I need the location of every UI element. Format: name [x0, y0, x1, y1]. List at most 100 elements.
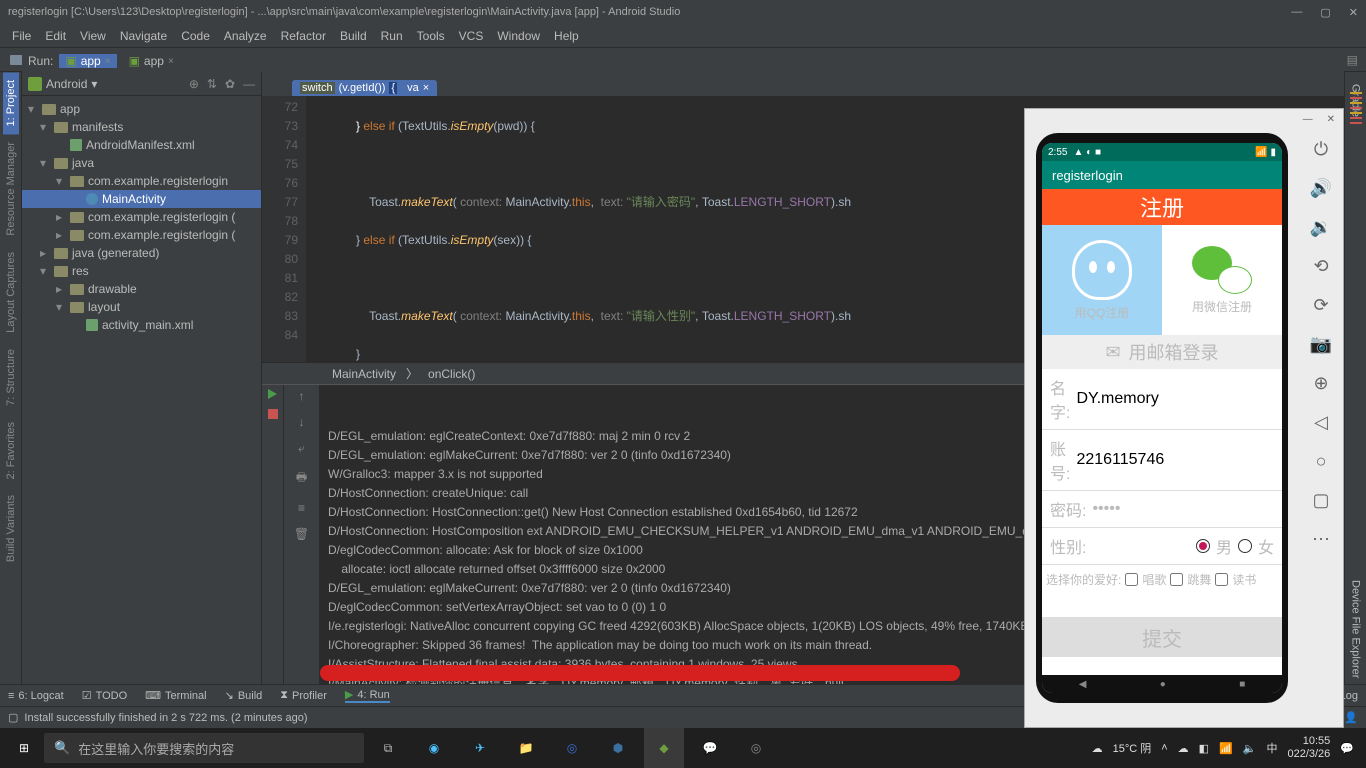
- menu-refactor[interactable]: Refactor: [275, 27, 332, 45]
- window-close[interactable]: ✕: [1349, 6, 1358, 19]
- tool-resource-manager[interactable]: Resource Manager: [3, 134, 19, 244]
- rotate-left-icon[interactable]: ⟲: [1313, 256, 1328, 277]
- hide-icon[interactable]: —: [243, 77, 255, 91]
- error-stripe[interactable]: [1350, 72, 1362, 362]
- menu-code[interactable]: Code: [175, 27, 216, 45]
- rerun-icon[interactable]: [268, 389, 277, 399]
- wechat-icon[interactable]: 💬: [690, 728, 730, 768]
- qq-register[interactable]: 用QQ注册: [1042, 225, 1162, 335]
- editor-tab[interactable]: switch (v.getId()) {va×: [292, 80, 437, 96]
- bottom-profiler[interactable]: ⧗Profiler: [280, 689, 327, 702]
- taskbar-search[interactable]: 🔍在这里输入你要搜索的内容: [44, 733, 364, 763]
- bottom-logcat[interactable]: ≡6: Logcat: [8, 690, 64, 702]
- zoom-in-icon[interactable]: ⊕: [1313, 373, 1328, 394]
- hobby-sing[interactable]: [1125, 573, 1138, 586]
- tray-chevron-icon[interactable]: ˄: [1161, 742, 1167, 754]
- window-minimize[interactable]: —: [1291, 6, 1302, 19]
- app-icon[interactable]: ✈: [460, 728, 500, 768]
- edge-icon[interactable]: ◉: [414, 728, 454, 768]
- bottom-run[interactable]: ▶4: Run: [345, 688, 390, 703]
- menu-build[interactable]: Build: [334, 27, 373, 45]
- android-studio-icon[interactable]: ◆: [644, 728, 684, 768]
- down-icon[interactable]: ↓: [299, 415, 305, 429]
- home-icon[interactable]: ●: [1160, 679, 1166, 690]
- filter-icon[interactable]: ≡: [298, 501, 305, 515]
- menu-run[interactable]: Run: [375, 27, 409, 45]
- wifi-icon[interactable]: 📶: [1219, 742, 1233, 755]
- radio-male[interactable]: [1196, 539, 1210, 553]
- tree-node[interactable]: ▾layout: [22, 298, 261, 316]
- app-icon[interactable]: ◎: [736, 728, 776, 768]
- email-login[interactable]: ✉用邮箱登录: [1042, 335, 1282, 369]
- more-icon[interactable]: ⋯: [1312, 529, 1330, 550]
- settings-icon[interactable]: ✿: [225, 77, 235, 91]
- tree-node[interactable]: AndroidManifest.xml: [22, 136, 261, 154]
- radio-female[interactable]: [1238, 539, 1252, 553]
- bottom-todo[interactable]: ☑TODO: [82, 689, 127, 702]
- power-icon[interactable]: ⏻: [1314, 139, 1328, 160]
- tree-node[interactable]: ▾res: [22, 262, 261, 280]
- tree-node[interactable]: ▸com.example.registerlogin (: [22, 208, 261, 226]
- tool-build-variants[interactable]: Build Variants: [3, 487, 19, 570]
- recent-icon[interactable]: ■: [1239, 679, 1245, 690]
- tree-node[interactable]: ▾app: [22, 100, 261, 118]
- menu-edit[interactable]: Edit: [39, 27, 72, 45]
- up-icon[interactable]: ↑: [299, 389, 305, 403]
- weather-icon[interactable]: ☁: [1092, 742, 1103, 755]
- emu-minimize[interactable]: —: [1303, 114, 1313, 125]
- bottom-terminal[interactable]: ⌨Terminal: [145, 689, 206, 702]
- tool-structure[interactable]: 7: Structure: [3, 341, 19, 414]
- print-icon[interactable]: 🖶: [296, 468, 307, 489]
- back-icon[interactable]: ◀: [1079, 679, 1087, 690]
- menu-view[interactable]: View: [74, 27, 112, 45]
- hobby-dance[interactable]: [1170, 573, 1183, 586]
- phone-screen[interactable]: 2:55 ▲ ◐ ■ 📶 ▮ registerlogin 注册 用QQ注册 用微…: [1042, 143, 1282, 693]
- tree-node[interactable]: ▾com.example.registerlogin: [22, 172, 261, 190]
- home-icon[interactable]: ○: [1316, 451, 1327, 472]
- tool-device-explorer[interactable]: Device File Explorer: [1348, 574, 1364, 684]
- tree-node[interactable]: MainActivity: [22, 190, 261, 208]
- hobby-read[interactable]: [1215, 573, 1228, 586]
- window-maximize[interactable]: ▢: [1320, 6, 1330, 19]
- volume-up-icon[interactable]: 🔊: [1310, 178, 1332, 199]
- menu-window[interactable]: Window: [491, 27, 546, 45]
- menu-analyze[interactable]: Analyze: [218, 27, 273, 45]
- bottom-build[interactable]: ↘Build: [225, 689, 263, 702]
- emulator-window[interactable]: — ✕ 2:55 ▲ ◐ ■ 📶 ▮ registerlogin 注册 用QQ注…: [1024, 108, 1344, 728]
- back-icon[interactable]: ◁: [1314, 412, 1328, 433]
- stop-icon[interactable]: [268, 409, 278, 419]
- emu-close[interactable]: ✕: [1327, 114, 1335, 125]
- name-field[interactable]: [1076, 390, 1282, 408]
- overview-icon[interactable]: ▢: [1312, 490, 1329, 511]
- tray-icon[interactable]: ☁: [1178, 742, 1189, 755]
- menu-tools[interactable]: Tools: [411, 27, 451, 45]
- tree-node[interactable]: ▸com.example.registerlogin (: [22, 226, 261, 244]
- volume-down-icon[interactable]: 🔉: [1310, 217, 1332, 238]
- menu-help[interactable]: Help: [548, 27, 585, 45]
- tree-node[interactable]: activity_main.xml: [22, 316, 261, 334]
- tree-node[interactable]: ▾manifests: [22, 118, 261, 136]
- volume-icon[interactable]: 🔈: [1243, 742, 1257, 755]
- start-button[interactable]: ⊞: [4, 728, 44, 768]
- toolbar-more-icon[interactable]: ▤: [1347, 53, 1358, 67]
- menu-vcs[interactable]: VCS: [453, 27, 490, 45]
- menu-file[interactable]: File: [6, 27, 37, 45]
- close-icon[interactable]: ×: [423, 82, 429, 94]
- tool-favorites[interactable]: 2: Favorites: [3, 414, 19, 487]
- explorer-icon[interactable]: 📁: [506, 728, 546, 768]
- tree-node[interactable]: ▸java (generated): [22, 244, 261, 262]
- notifications-icon[interactable]: 💬: [1340, 742, 1354, 755]
- camera-icon[interactable]: 📷: [1310, 334, 1332, 355]
- rotate-right-icon[interactable]: ⟳: [1313, 295, 1328, 316]
- tool-project[interactable]: 1: Project: [3, 72, 19, 134]
- vert-split-icon[interactable]: ⇅: [207, 77, 217, 91]
- password-field[interactable]: •••••: [1092, 500, 1274, 518]
- ime-icon[interactable]: 中: [1266, 740, 1277, 756]
- menu-navigate[interactable]: Navigate: [114, 27, 173, 45]
- tool-layout-captures[interactable]: Layout Captures: [3, 244, 19, 341]
- tree-body[interactable]: ▾app▾manifestsAndroidManifest.xml▾java▾c…: [22, 96, 261, 338]
- trash-icon[interactable]: 🗑: [294, 527, 309, 541]
- tree-node[interactable]: ▾java: [22, 154, 261, 172]
- target-icon[interactable]: ⊕: [189, 77, 199, 91]
- wrap-icon[interactable]: ⤶: [298, 441, 305, 456]
